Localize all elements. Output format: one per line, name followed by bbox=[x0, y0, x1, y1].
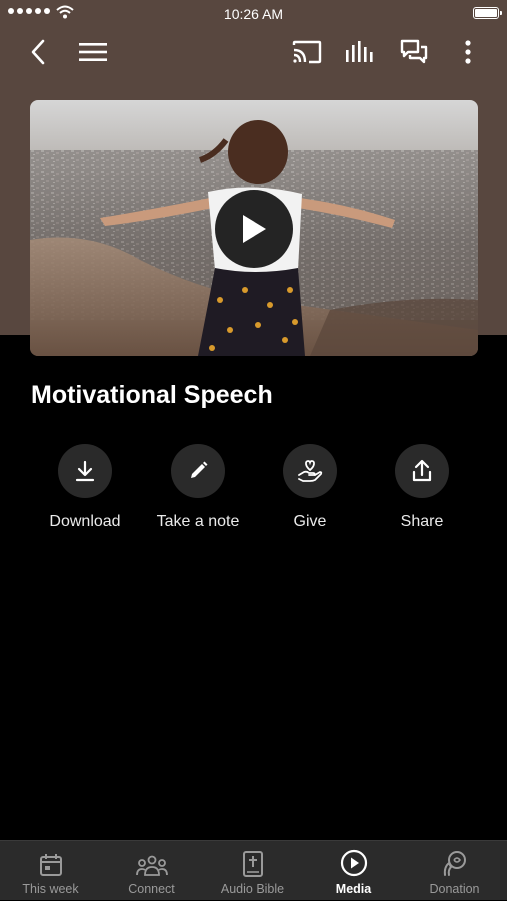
nav-item-donation[interactable]: Donation bbox=[404, 841, 505, 901]
menu-button[interactable] bbox=[73, 32, 113, 72]
share-button-circle bbox=[395, 444, 449, 498]
nav-item-media[interactable]: Media bbox=[303, 841, 404, 901]
give-label: Give bbox=[293, 513, 327, 530]
nav-item-this-week[interactable]: This week bbox=[0, 841, 101, 901]
more-vertical-icon bbox=[465, 40, 471, 64]
status-bar: 10:26 AM bbox=[0, 0, 507, 28]
status-time: 10:26 AM bbox=[223, 6, 284, 22]
people-icon bbox=[135, 855, 168, 876]
share-button[interactable]: Share bbox=[362, 444, 482, 531]
share-label: Share bbox=[400, 513, 444, 530]
play-button[interactable] bbox=[215, 190, 293, 268]
back-button[interactable] bbox=[18, 32, 58, 72]
nav-label-media: Media bbox=[335, 882, 372, 896]
top-toolbar bbox=[0, 32, 507, 72]
more-button[interactable] bbox=[448, 32, 488, 72]
bible-icon bbox=[242, 851, 263, 877]
action-row: Download Take a note Give Share bbox=[0, 444, 507, 544]
share-icon bbox=[412, 459, 432, 482]
bottom-navigation: This week Connect Audio Bible Media Dona… bbox=[0, 840, 507, 900]
take-note-label: Take a note bbox=[156, 513, 240, 530]
hand-heart-icon bbox=[298, 460, 323, 482]
play-circle-icon bbox=[340, 849, 367, 877]
take-note-button-circle bbox=[171, 444, 225, 498]
donation-icon bbox=[443, 851, 466, 876]
give-button[interactable]: Give bbox=[250, 444, 370, 531]
play-icon bbox=[243, 215, 266, 243]
nav-label-connect: Connect bbox=[128, 882, 175, 896]
video-player[interactable] bbox=[30, 100, 478, 356]
give-button-circle bbox=[283, 444, 337, 498]
nav-item-connect[interactable]: Connect bbox=[101, 841, 202, 901]
take-note-button[interactable]: Take a note bbox=[138, 444, 258, 531]
download-button-circle bbox=[58, 444, 112, 498]
nav-label-this-week: This week bbox=[22, 882, 79, 896]
battery-icon bbox=[473, 7, 502, 19]
download-icon bbox=[75, 460, 95, 482]
chat-button[interactable] bbox=[394, 32, 434, 72]
audio-button[interactable] bbox=[340, 32, 380, 72]
nav-label-donation: Donation bbox=[429, 882, 480, 896]
nav-item-audio-bible[interactable]: Audio Bible bbox=[202, 841, 303, 901]
back-chevron-icon bbox=[31, 39, 45, 65]
download-label: Download bbox=[49, 513, 121, 530]
chat-bubbles-icon bbox=[400, 39, 428, 64]
hamburger-menu-icon bbox=[79, 43, 107, 61]
calendar-icon bbox=[39, 854, 62, 876]
download-button[interactable]: Download bbox=[25, 444, 145, 531]
pencil-icon bbox=[191, 461, 208, 478]
cast-icon bbox=[292, 40, 322, 64]
nav-label-audio-bible: Audio Bible bbox=[220, 882, 285, 896]
media-title: Motivational Speech bbox=[31, 381, 273, 409]
audio-bars-icon bbox=[346, 41, 373, 62]
cast-button[interactable] bbox=[287, 32, 327, 72]
